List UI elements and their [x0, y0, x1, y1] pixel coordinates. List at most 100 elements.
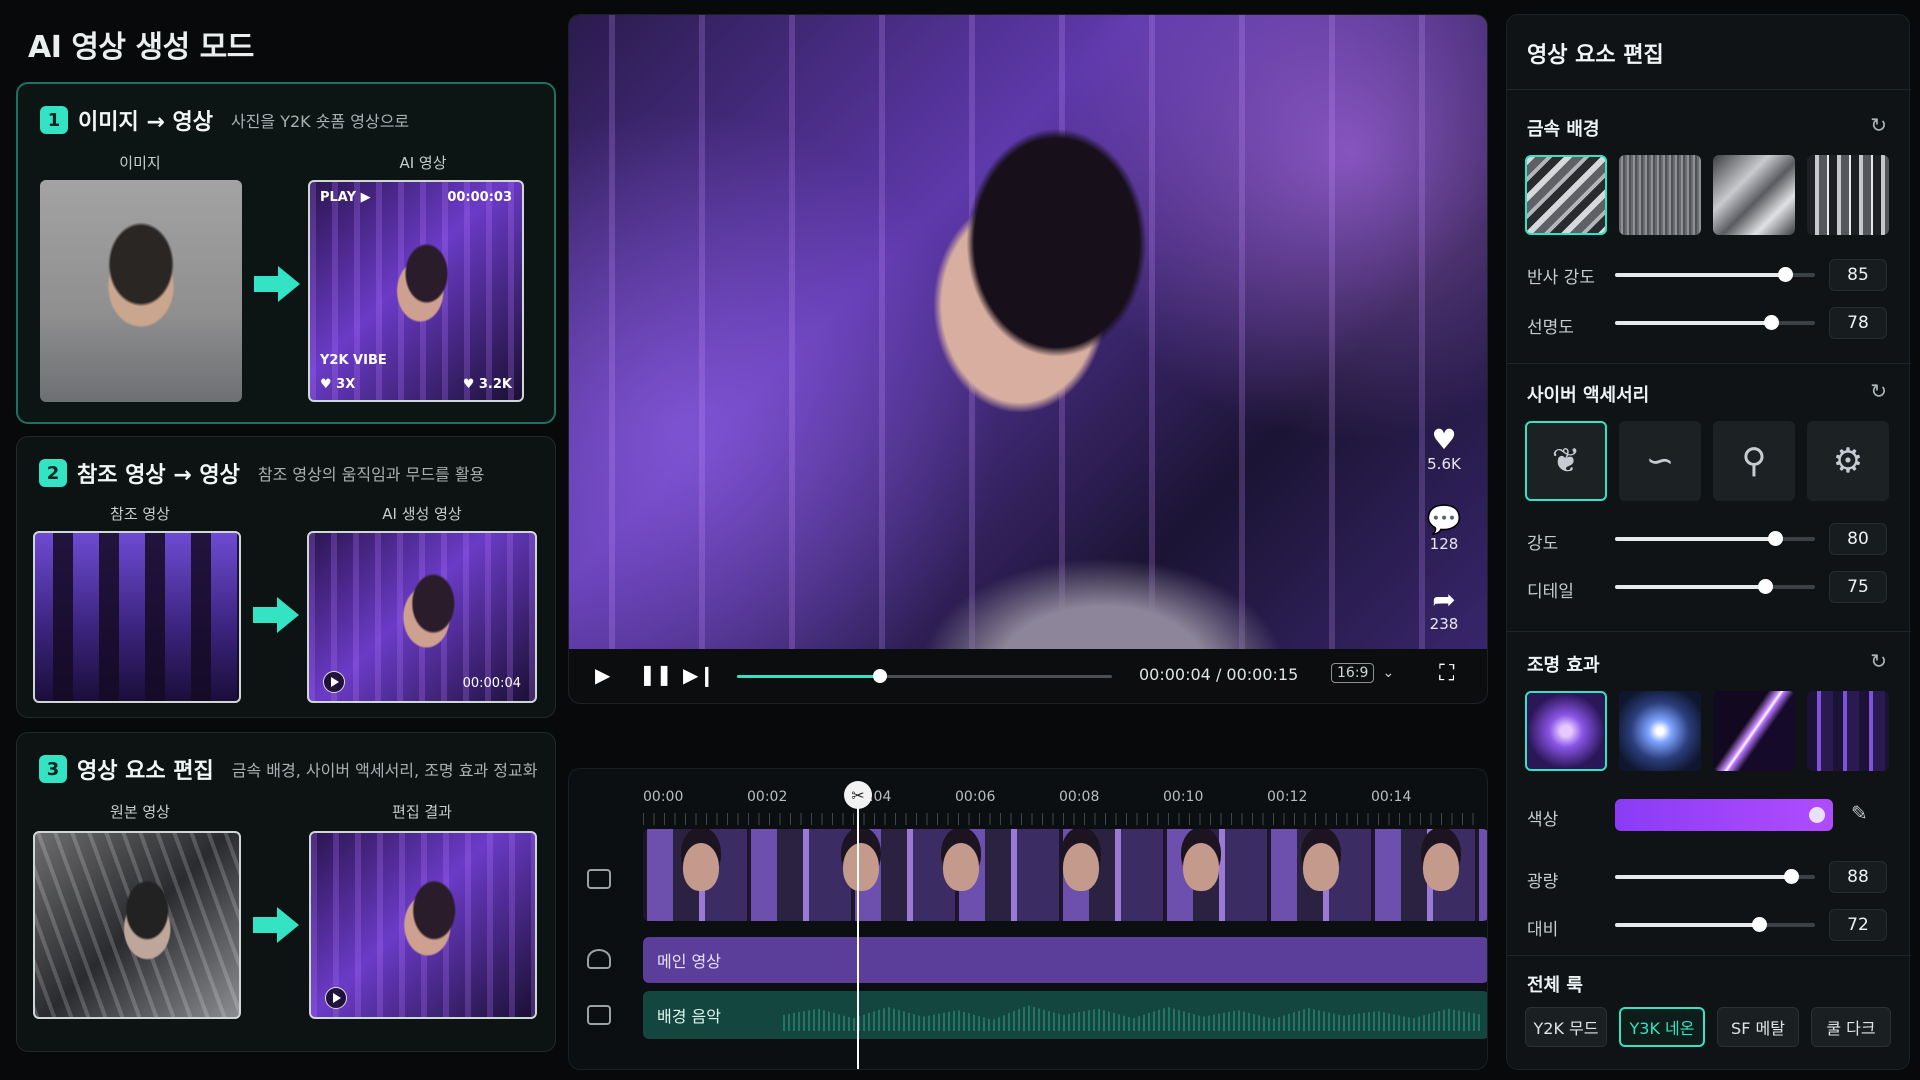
music-track[interactable]: 배경 음악 — [643, 991, 1487, 1039]
original-video-thumbnail[interactable] — [33, 831, 241, 1019]
progress-handle[interactable] — [872, 669, 887, 683]
color-picker-bar[interactable] — [1615, 799, 1833, 831]
lighting-option-4[interactable] — [1807, 691, 1889, 771]
intensity-value[interactable]: 80 — [1829, 523, 1887, 555]
ai-video-thumbnail[interactable]: PLAY ▶ 00:00:03 Y2K VIBE ♥ 3X ♥ 3.2K — [308, 180, 524, 402]
ruler-ticks — [643, 813, 1483, 825]
music-track-label: 배경 음악 — [657, 1007, 721, 1026]
aspect-ratio-select[interactable]: 16:9 ⌄ — [1331, 663, 1394, 683]
chevron-down-icon: ⌄ — [1382, 665, 1395, 681]
video-timecode: 00:00:03 — [447, 190, 512, 205]
contrast-slider[interactable] — [1615, 917, 1815, 932]
slider-label: 선명도 — [1527, 318, 1574, 338]
vibe-caption: Y2K VIBE — [320, 353, 387, 368]
like-count-left: ♥ 3X — [320, 377, 356, 392]
share-action[interactable]: ➦ 238 — [1419, 585, 1469, 634]
metal-option-2[interactable] — [1619, 155, 1701, 235]
main-video-track[interactable]: 메인 영상 — [643, 937, 1487, 983]
reference-video-thumbnail[interactable] — [33, 531, 241, 703]
source-image[interactable] — [40, 180, 242, 402]
step-card-edit-elements[interactable]: 3 영상 요소 편집 금속 배경, 사이버 액세서리, 조명 효과 정교화 원본… — [16, 732, 556, 1052]
frame-thumbnail — [1303, 843, 1339, 891]
scissors-icon[interactable]: ✂ — [844, 781, 872, 809]
time-tick: 00:00 — [643, 789, 684, 805]
look-option-button[interactable]: Y2K 무드 — [1525, 1007, 1607, 1047]
timeline-editor: 00:0000:0200:0400:0600:0800:1000:1200:14… — [568, 768, 1488, 1070]
step-header: 3 영상 요소 편집 금속 배경, 사이버 액세서리, 조명 효과 정교화 — [39, 753, 537, 785]
lighting-option-2[interactable] — [1619, 691, 1701, 771]
reflection-slider[interactable] — [1615, 267, 1815, 282]
step-description: 금속 배경, 사이버 액세서리, 조명 효과 정교화 — [231, 761, 538, 780]
play-icon[interactable]: ▶ — [595, 663, 610, 687]
arrow-right-icon — [253, 597, 299, 633]
look-option-button[interactable]: Y3K 네온 — [1619, 1007, 1705, 1047]
look-option-button[interactable]: SF 메탈 — [1717, 1007, 1799, 1047]
video-track-icon[interactable] — [587, 869, 611, 889]
progress-bar[interactable] — [737, 669, 1112, 683]
contrast-value[interactable]: 72 — [1829, 909, 1887, 941]
reset-icon[interactable]: ↻ — [1870, 379, 1887, 403]
slider-label: 디테일 — [1527, 582, 1574, 602]
metal-option-3[interactable] — [1713, 155, 1795, 235]
lighting-option-3[interactable] — [1713, 691, 1795, 771]
skip-next-icon[interactable]: ▶❙ — [683, 663, 715, 687]
intensity-slider[interactable] — [1615, 531, 1815, 546]
transition-track-icon[interactable] — [587, 949, 611, 969]
comment-icon[interactable]: 💬 — [1419, 505, 1469, 535]
heart-icon[interactable]: ♥ — [1419, 425, 1469, 455]
sharpness-value[interactable]: 78 — [1829, 307, 1887, 339]
step-number: 3 — [39, 755, 67, 783]
sharpness-slider[interactable] — [1615, 315, 1815, 330]
play-icon[interactable] — [323, 671, 345, 693]
comment-count: 128 — [1429, 535, 1459, 553]
fullscreen-icon[interactable]: ⛶ — [1439, 661, 1454, 686]
share-icon[interactable]: ➦ — [1419, 585, 1469, 615]
step-description: 사진을 Y2K 숏폼 영상으로 — [230, 112, 410, 131]
ear-cuff-icon[interactable]: ❦ — [1525, 421, 1607, 501]
cyber-pendant-icon[interactable]: ⚙ — [1807, 421, 1889, 501]
divider — [1507, 363, 1911, 364]
detail-value[interactable]: 75 — [1829, 571, 1887, 603]
look-option-button[interactable]: 쿨 다크 — [1811, 1007, 1891, 1047]
step-header: 1 이미지 → 영상 사진을 Y2K 숏폼 영상으로 — [40, 104, 409, 136]
metal-option-4[interactable] — [1807, 155, 1889, 235]
cyber-earring-icon[interactable]: ⚲ — [1713, 421, 1795, 501]
source-label: 이미지 — [119, 154, 161, 172]
video-clip-strip[interactable] — [643, 829, 1487, 921]
divider — [1507, 89, 1911, 90]
brightness-value[interactable]: 88 — [1829, 861, 1887, 893]
metal-option-1[interactable] — [1525, 155, 1607, 235]
music-track-icon[interactable] — [587, 1005, 611, 1025]
detail-slider[interactable] — [1615, 579, 1815, 594]
reset-icon[interactable]: ↻ — [1870, 649, 1887, 673]
reset-icon[interactable]: ↻ — [1870, 113, 1887, 137]
lighting-option-1[interactable] — [1525, 691, 1607, 771]
progress-fill — [737, 675, 880, 678]
playhead[interactable] — [857, 783, 859, 1069]
reflection-value[interactable]: 85 — [1829, 259, 1887, 291]
video-preview[interactable]: ♥ 5.6K 💬 128 ➦ 238 ••• ▶ ❚❚ ▶❙ 00:00:04 … — [568, 14, 1488, 704]
step-card-image-to-video[interactable]: 1 이미지 → 영상 사진을 Y2K 숏폼 영상으로 이미지 AI 영상 PLA… — [16, 82, 556, 424]
ear-hook-icon[interactable]: ∽ — [1619, 421, 1701, 501]
play-icon[interactable] — [325, 987, 347, 1009]
brightness-slider[interactable] — [1615, 869, 1815, 884]
frame-thumbnail — [683, 843, 719, 891]
element-edit-panel: 영상 요소 편집 금속 배경 ↻ 반사 강도 85 선명도 78 사이버 액세서… — [1506, 14, 1911, 1070]
section-title-look: 전체 룩 — [1527, 975, 1583, 996]
comment-action[interactable]: 💬 128 — [1419, 505, 1469, 554]
video-play-control[interactable] — [323, 671, 345, 693]
color-handle[interactable] — [1809, 807, 1825, 823]
pause-icon[interactable]: ❚❚ — [639, 662, 673, 686]
like-action[interactable]: ♥ 5.6K — [1419, 425, 1469, 474]
section-title-accessory: 사이버 액세서리 — [1527, 385, 1650, 406]
step-description: 참조 영상의 움직임과 무드를 활용 — [257, 465, 485, 484]
step-number: 2 — [39, 459, 67, 487]
edited-result-thumbnail[interactable] — [309, 831, 537, 1019]
player-controls: ▶ ❚❚ ▶❙ 00:00:04 / 00:00:15 16:9 ⌄ ⛶ — [569, 649, 1487, 703]
eyedropper-icon[interactable]: ✎ — [1851, 801, 1868, 825]
divider — [1507, 955, 1911, 956]
video-play-control[interactable] — [325, 987, 347, 1009]
step-title: 이미지 → 영상 — [78, 110, 213, 135]
ai-generated-video-thumbnail[interactable]: 00:00:04 — [307, 531, 537, 703]
step-card-reference-to-video[interactable]: 2 참조 영상 → 영상 참조 영상의 움직임과 무드를 활용 참조 영상 AI… — [16, 436, 556, 718]
